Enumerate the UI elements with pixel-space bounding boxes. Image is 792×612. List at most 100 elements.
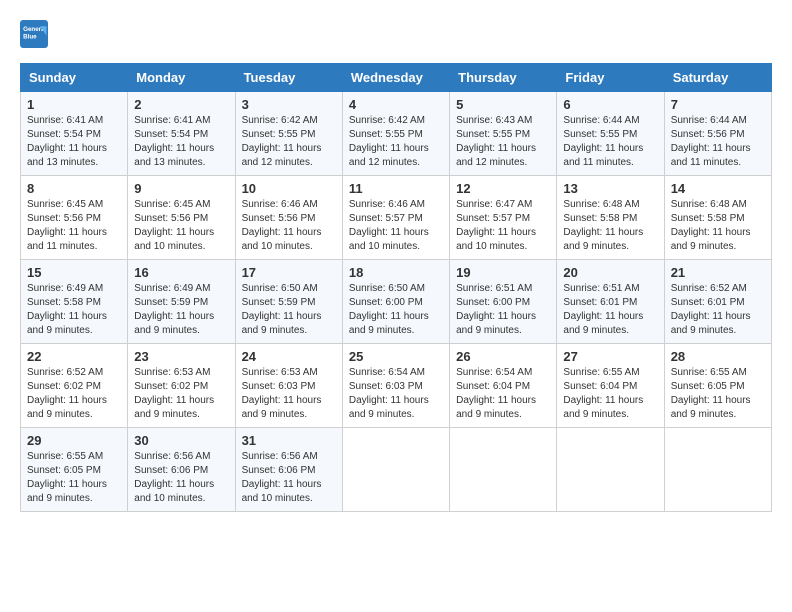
calendar-cell: 8 Sunrise: 6:45 AMSunset: 5:56 PMDaylight… [21,176,128,260]
day-info: Sunrise: 6:41 AMSunset: 5:54 PMDaylight:… [27,114,121,170]
calendar-cell: 15 Sunrise: 6:49 AMSunset: 5:58 PMDayligh… [21,260,128,344]
calendar-cell: 3 Sunrise: 6:42 AMSunset: 5:55 PMDaylight… [235,92,342,176]
calendar-cell: 12 Sunrise: 6:47 AMSunset: 5:57 PMDayligh… [450,176,557,260]
calendar-cell: 9Sunrise: 6:45 AMSunset: 5:56 PMDaylight… [128,176,235,260]
svg-text:Blue: Blue [23,34,37,41]
calendar-cell: 2 Sunrise: 6:41 AMSunset: 5:54 PMDaylight… [128,92,235,176]
day-number: 28 [671,349,765,364]
calendar-week-row: 22Sunrise: 6:52 AMSunset: 6:02 PMDayligh… [21,344,772,428]
day-number: 23 [134,349,228,364]
day-info: Sunrise: 6:42 AMSunset: 5:55 PMDaylight:… [349,114,443,170]
calendar-cell: 28Sunrise: 6:55 AMSunset: 6:05 PMDayligh… [664,344,771,428]
calendar-cell: 4 Sunrise: 6:42 AMSunset: 5:55 PMDaylight… [342,92,449,176]
day-number: 13 [563,181,657,196]
day-number: 5 [456,97,550,112]
calendar-cell: 26 Sunrise: 6:54 AMSunset: 6:04 PMDayligh… [450,344,557,428]
calendar-cell: 16 Sunrise: 6:49 AMSunset: 5:59 PMDayligh… [128,260,235,344]
calendar-cell [450,428,557,512]
calendar-cell: 18 Sunrise: 6:50 AMSunset: 6:00 PMDayligh… [342,260,449,344]
day-number: 22 [27,349,121,364]
calendar-week-row: 15 Sunrise: 6:49 AMSunset: 5:58 PMDayligh… [21,260,772,344]
day-number: 29 [27,433,121,448]
day-info: Sunrise: 6:53 AMSunset: 6:03 PMDaylight:… [242,366,336,422]
day-number: 1 [27,97,121,112]
day-number: 18 [349,265,443,280]
day-number: 15 [27,265,121,280]
day-number: 11 [349,181,443,196]
day-info: Sunrise: 6:49 AMSunset: 5:58 PMDaylight:… [27,282,121,338]
day-number: 12 [456,181,550,196]
calendar-cell: 10 Sunrise: 6:46 AMSunset: 5:56 PMDayligh… [235,176,342,260]
day-info: Sunrise: 6:43 AMSunset: 5:55 PMDaylight:… [456,114,550,170]
calendar-cell: 25Sunrise: 6:54 AMSunset: 6:03 PMDayligh… [342,344,449,428]
day-number: 9 [134,181,228,196]
day-number: 4 [349,97,443,112]
day-info: Sunrise: 6:55 AMSunset: 6:04 PMDaylight:… [563,366,657,422]
calendar-cell: 7 Sunrise: 6:44 AMSunset: 5:56 PMDaylight… [664,92,771,176]
header-sunday: Sunday [21,64,128,92]
calendar-table: SundayMondayTuesdayWednesdayThursdayFrid… [20,63,772,512]
day-info: Sunrise: 6:49 AMSunset: 5:59 PMDaylight:… [134,282,228,338]
day-info: Sunrise: 6:56 AMSunset: 6:06 PMDaylight:… [134,450,228,506]
day-info: Sunrise: 6:53 AMSunset: 6:02 PMDaylight:… [134,366,228,422]
day-info: Sunrise: 6:54 AMSunset: 6:03 PMDaylight:… [349,366,443,422]
calendar-cell: 6 Sunrise: 6:44 AMSunset: 5:55 PMDaylight… [557,92,664,176]
header-friday: Friday [557,64,664,92]
calendar-cell [342,428,449,512]
calendar-cell: 24Sunrise: 6:53 AMSunset: 6:03 PMDayligh… [235,344,342,428]
calendar-cell [664,428,771,512]
calendar-cell: 19Sunrise: 6:51 AMSunset: 6:00 PMDayligh… [450,260,557,344]
day-info: Sunrise: 6:52 AMSunset: 6:01 PMDaylight:… [671,282,765,338]
calendar-cell: 22Sunrise: 6:52 AMSunset: 6:02 PMDayligh… [21,344,128,428]
day-info: Sunrise: 6:54 AMSunset: 6:04 PMDaylight:… [456,366,550,422]
day-number: 20 [563,265,657,280]
day-number: 26 [456,349,550,364]
header-thursday: Thursday [450,64,557,92]
header-saturday: Saturday [664,64,771,92]
day-info: Sunrise: 6:44 AMSunset: 5:56 PMDaylight:… [671,114,765,170]
logo-icon: General Blue [20,20,48,48]
day-info: Sunrise: 6:44 AMSunset: 5:55 PMDaylight:… [563,114,657,170]
day-info: Sunrise: 6:51 AMSunset: 6:01 PMDaylight:… [563,282,657,338]
day-info: Sunrise: 6:46 AMSunset: 5:56 PMDaylight:… [242,198,336,254]
day-info: Sunrise: 6:42 AMSunset: 5:55 PMDaylight:… [242,114,336,170]
day-number: 2 [134,97,228,112]
calendar-cell: 31Sunrise: 6:56 AMSunset: 6:06 PMDayligh… [235,428,342,512]
calendar-cell: 14 Sunrise: 6:48 AMSunset: 5:58 PMDayligh… [664,176,771,260]
day-info: Sunrise: 6:45 AMSunset: 5:56 PMDaylight:… [27,198,121,254]
day-number: 10 [242,181,336,196]
calendar-cell: 13 Sunrise: 6:48 AMSunset: 5:58 PMDayligh… [557,176,664,260]
day-number: 16 [134,265,228,280]
day-number: 6 [563,97,657,112]
day-info: Sunrise: 6:50 AMSunset: 5:59 PMDaylight:… [242,282,336,338]
day-number: 3 [242,97,336,112]
header-tuesday: Tuesday [235,64,342,92]
calendar-cell: 1 Sunrise: 6:41 AMSunset: 5:54 PMDaylight… [21,92,128,176]
day-number: 27 [563,349,657,364]
day-number: 30 [134,433,228,448]
day-number: 19 [456,265,550,280]
day-info: Sunrise: 6:41 AMSunset: 5:54 PMDaylight:… [134,114,228,170]
day-number: 7 [671,97,765,112]
calendar-cell: 11Sunrise: 6:46 AMSunset: 5:57 PMDayligh… [342,176,449,260]
calendar-cell: 27 Sunrise: 6:55 AMSunset: 6:04 PMDayligh… [557,344,664,428]
header-monday: Monday [128,64,235,92]
calendar-cell: 30 Sunrise: 6:56 AMSunset: 6:06 PMDayligh… [128,428,235,512]
calendar-header-row: SundayMondayTuesdayWednesdayThursdayFrid… [21,64,772,92]
day-info: Sunrise: 6:50 AMSunset: 6:00 PMDaylight:… [349,282,443,338]
logo: General Blue [20,20,52,48]
day-number: 21 [671,265,765,280]
day-info: Sunrise: 6:48 AMSunset: 5:58 PMDaylight:… [671,198,765,254]
header-wednesday: Wednesday [342,64,449,92]
calendar-cell [557,428,664,512]
day-info: Sunrise: 6:55 AMSunset: 6:05 PMDaylight:… [27,450,121,506]
day-number: 8 [27,181,121,196]
day-info: Sunrise: 6:48 AMSunset: 5:58 PMDaylight:… [563,198,657,254]
calendar-cell: 5 Sunrise: 6:43 AMSunset: 5:55 PMDaylight… [450,92,557,176]
day-number: 17 [242,265,336,280]
calendar-cell: 29 Sunrise: 6:55 AMSunset: 6:05 PMDayligh… [21,428,128,512]
calendar-week-row: 8 Sunrise: 6:45 AMSunset: 5:56 PMDaylight… [21,176,772,260]
day-info: Sunrise: 6:47 AMSunset: 5:57 PMDaylight:… [456,198,550,254]
day-number: 14 [671,181,765,196]
calendar-cell: 17 Sunrise: 6:50 AMSunset: 5:59 PMDayligh… [235,260,342,344]
